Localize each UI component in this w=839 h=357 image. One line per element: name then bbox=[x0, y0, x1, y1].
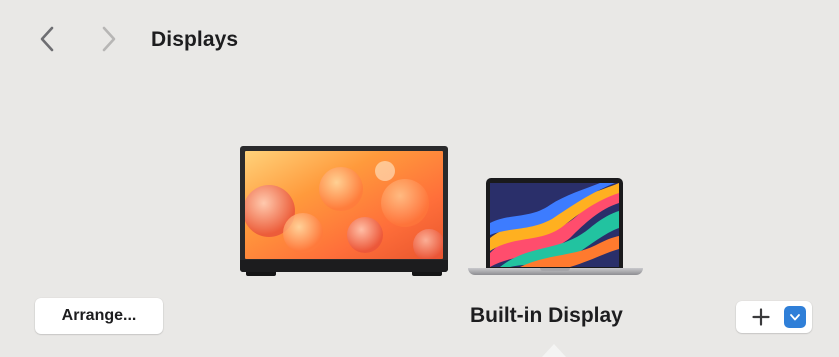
add-display-control bbox=[736, 301, 812, 333]
forward-button[interactable] bbox=[94, 22, 124, 56]
selected-display-pointer bbox=[542, 344, 566, 357]
back-button[interactable] bbox=[32, 22, 62, 56]
chevron-right-icon bbox=[102, 26, 116, 52]
laptop-notch bbox=[540, 268, 570, 271]
display-arrangement: Arrange... Built-in Display bbox=[0, 80, 839, 357]
page-title: Displays bbox=[151, 28, 239, 51]
external-display-feet bbox=[246, 272, 442, 276]
laptop-lid bbox=[486, 178, 623, 268]
plus-icon bbox=[752, 308, 770, 326]
external-display-wallpaper bbox=[245, 151, 443, 259]
arrange-button[interactable]: Arrange... bbox=[35, 298, 163, 334]
built-in-display-wallpaper bbox=[490, 183, 619, 267]
built-in-display-thumbnail[interactable] bbox=[468, 176, 643, 286]
header: Displays bbox=[0, 0, 839, 80]
external-display-thumbnail[interactable] bbox=[240, 146, 448, 357]
add-display-menu-button[interactable] bbox=[784, 306, 806, 328]
external-display-chin bbox=[240, 260, 448, 272]
external-display-frame bbox=[240, 146, 448, 272]
chevron-left-icon bbox=[40, 26, 54, 52]
chevron-down-icon bbox=[790, 313, 800, 320]
add-display-button[interactable] bbox=[748, 304, 774, 330]
selected-display-name: Built-in Display bbox=[470, 304, 623, 327]
